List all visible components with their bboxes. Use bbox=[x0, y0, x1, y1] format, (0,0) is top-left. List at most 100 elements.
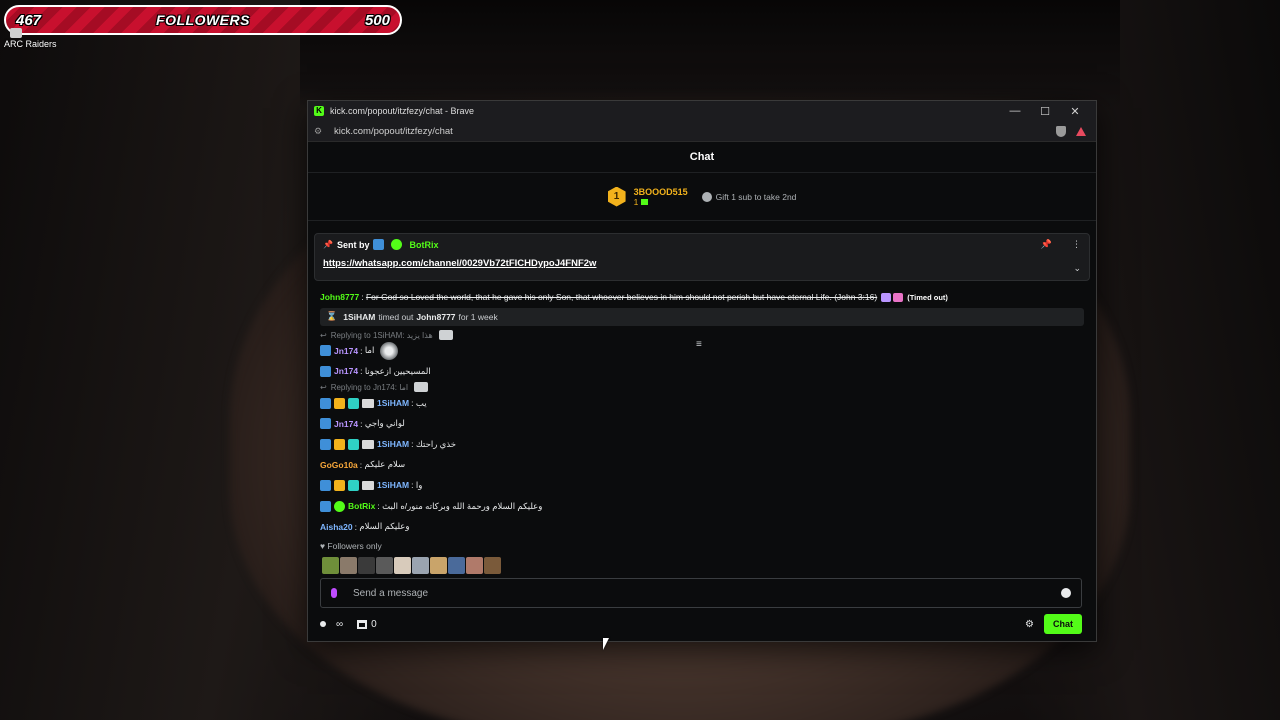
more-options-icon[interactable]: ⋮ bbox=[1072, 239, 1081, 250]
pinned-sent-by-label: Sent by bbox=[336, 239, 370, 250]
address-bar[interactable]: ⚙ kick.com/popout/itzfezy/chat bbox=[308, 121, 1096, 142]
unpin-icon[interactable]: 📌 bbox=[1041, 239, 1052, 250]
avatar[interactable] bbox=[358, 557, 375, 574]
pin-icon: 📌 bbox=[323, 240, 333, 249]
timeout-action: timed out bbox=[378, 311, 414, 322]
message-input[interactable]: Send a message bbox=[320, 578, 1082, 608]
reply-context-text: Replying to 1SiHAM: هذا يزيد bbox=[330, 330, 433, 340]
avatar[interactable] bbox=[376, 557, 393, 574]
microphone-icon[interactable] bbox=[331, 588, 337, 598]
close-button[interactable]: ✕ bbox=[1060, 105, 1090, 118]
message-username[interactable]: 1SiHAM bbox=[377, 439, 409, 449]
app-icon bbox=[10, 28, 22, 38]
gift-sub-prompt[interactable]: Gift 1 sub to take 2nd bbox=[701, 191, 797, 202]
leaderboard-username[interactable]: 3BOOOD515 bbox=[634, 187, 688, 197]
subscriber-badge-icon bbox=[348, 479, 359, 491]
avatar[interactable] bbox=[484, 557, 501, 574]
graduation-cap-icon bbox=[362, 480, 374, 490]
chat-message[interactable]: Jn174: المسيحيين ازعجونا bbox=[308, 361, 1096, 382]
timeout-notice: ⌛ 1SiHAM timed out John8777 for 1 week bbox=[320, 307, 1084, 326]
follower-goal-count: 500 bbox=[364, 11, 390, 29]
brave-shield-icon[interactable] bbox=[1056, 125, 1066, 137]
message-text: يب bbox=[415, 397, 427, 408]
subscriber-badge-icon bbox=[348, 438, 359, 450]
vip-badge-icon bbox=[334, 438, 345, 450]
chat-message[interactable]: Jn174: اما bbox=[308, 341, 1096, 362]
window-title: kick.com/popout/itzfezy/chat - Brave bbox=[330, 106, 475, 116]
chat-message[interactable]: John8777: For God so Loved the world, th… bbox=[308, 287, 1096, 308]
pinned-sender[interactable]: BotRix bbox=[409, 240, 438, 250]
followers-only-label: Followers only bbox=[327, 541, 382, 551]
chat-message[interactable]: 1SiHAM: وا bbox=[308, 475, 1096, 496]
moderator-badge-icon bbox=[320, 479, 331, 491]
chat-message[interactable]: 1SiHAM: خذي راحتك bbox=[308, 434, 1096, 455]
chat-message[interactable]: Jn174: لواني واجي bbox=[308, 413, 1096, 434]
desktop-shortcut-label: ARC Raiders bbox=[4, 39, 57, 49]
emote-icon bbox=[893, 292, 904, 302]
moderator-badge-icon bbox=[320, 500, 331, 512]
avatar[interactable] bbox=[322, 557, 339, 574]
message-text: خذي راحتك bbox=[415, 438, 457, 449]
message-username[interactable]: 1SiHAM bbox=[377, 398, 409, 408]
message-username[interactable]: Jn174 bbox=[334, 346, 358, 356]
pinned-link[interactable]: https://whatsapp.com/channel/0029Vb72tFI… bbox=[323, 258, 1081, 269]
url-field[interactable]: kick.com/popout/itzfezy/chat bbox=[334, 126, 1056, 137]
message-input-placeholder[interactable]: Send a message bbox=[353, 588, 1061, 599]
gift-prompt-icon bbox=[701, 191, 712, 202]
site-settings-icon[interactable]: ⚙ bbox=[314, 126, 326, 137]
maximize-button[interactable]: ☐ bbox=[1030, 105, 1060, 118]
message-username[interactable]: BotRix bbox=[348, 501, 375, 511]
chat-message[interactable]: 1SiHAM: يب bbox=[308, 393, 1096, 414]
reply-arrow-icon: ↩ bbox=[320, 330, 327, 340]
desktop-shortcut-arc-raiders[interactable]: ARC Raiders bbox=[4, 28, 64, 49]
message-username[interactable]: John8777 bbox=[320, 292, 359, 302]
avatar[interactable] bbox=[412, 557, 429, 574]
subscriber-badge-icon bbox=[348, 397, 359, 409]
timeout-duration: for 1 week bbox=[458, 311, 498, 322]
timed-out-tag: (Timed out) bbox=[907, 292, 948, 302]
chat-message[interactable]: BotRix: وعليكم السلام ورحمة الله وبركاته… bbox=[308, 496, 1096, 517]
points-value: ∞ bbox=[336, 618, 344, 630]
chat-messages-area[interactable]: ≡ 📌 Sent by BotRix 📌 ⋮ https://whatsapp.… bbox=[308, 221, 1096, 585]
avatar[interactable] bbox=[430, 557, 447, 574]
window-titlebar[interactable]: K kick.com/popout/itzfezy/chat - Brave —… bbox=[308, 101, 1096, 121]
chat-message[interactable]: Aisha20: وعليكم السلام bbox=[308, 516, 1096, 537]
message-username[interactable]: GoGo10a bbox=[320, 460, 358, 470]
gift-prompt-text: Gift 1 sub to take 2nd bbox=[715, 191, 797, 202]
store-balance[interactable]: 0 bbox=[357, 619, 377, 630]
emote-icon bbox=[380, 341, 399, 360]
reply-context[interactable]: ↩ Replying to 1SiHAM: هذا يزيد bbox=[308, 330, 1096, 341]
moderator-badge-icon bbox=[320, 418, 331, 430]
message-text: وعليكم السلام ورحمة الله وبركاته منور/ه … bbox=[382, 500, 543, 511]
gift-leaderboard: 1 3BOOOD515 1 Gift 1 sub to take 2nd bbox=[308, 173, 1096, 221]
minimize-button[interactable]: — bbox=[1000, 105, 1030, 117]
channel-points[interactable]: ∞ bbox=[320, 619, 343, 630]
follower-goal-label: FOLLOWERS bbox=[156, 12, 250, 28]
reply-context[interactable]: ↩ Replying to Jn174: اما bbox=[308, 382, 1096, 393]
graduation-cap-icon bbox=[362, 439, 374, 449]
avatar[interactable] bbox=[340, 557, 357, 574]
brave-rewards-icon[interactable] bbox=[1076, 126, 1086, 136]
rank-number: 1 bbox=[613, 191, 620, 202]
chat-footer: ∞ 0 ⚙ Chat bbox=[320, 613, 1082, 635]
gear-icon[interactable]: ⚙ bbox=[1025, 619, 1034, 630]
mouse-cursor-icon bbox=[603, 638, 609, 650]
emote-icon bbox=[438, 330, 453, 341]
moderator-badge-icon bbox=[320, 397, 331, 409]
message-username[interactable]: 1SiHAM bbox=[377, 480, 409, 490]
message-username[interactable]: Jn174 bbox=[334, 419, 358, 429]
avatar[interactable] bbox=[448, 557, 465, 574]
emoji-icon[interactable] bbox=[1061, 588, 1071, 598]
chat-message[interactable]: GoGo10a: سلام عليكم bbox=[308, 455, 1096, 476]
message-username[interactable]: Jn174 bbox=[334, 366, 358, 376]
points-icon bbox=[320, 619, 332, 629]
chevron-down-icon[interactable]: ⌄ bbox=[1073, 263, 1081, 274]
avatar[interactable] bbox=[466, 557, 483, 574]
message-username[interactable]: Aisha20 bbox=[320, 522, 353, 532]
send-chat-button[interactable]: Chat bbox=[1044, 614, 1082, 634]
followers-only-notice: ♥ Followers only bbox=[320, 541, 382, 551]
graduation-cap-icon bbox=[362, 398, 374, 408]
leaderboard-user[interactable]: 3BOOOD515 1 bbox=[634, 187, 688, 207]
avatar[interactable] bbox=[394, 557, 411, 574]
rank-badge-icon: 1 bbox=[607, 186, 626, 207]
